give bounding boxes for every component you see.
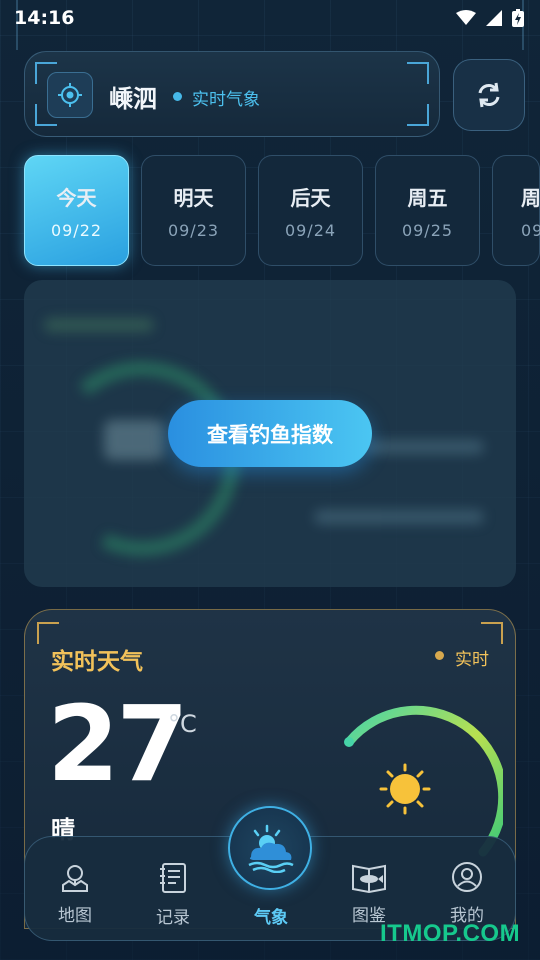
day-tab-name: 周 — [521, 185, 540, 210]
nav-label: 记录 — [156, 908, 190, 928]
day-tab-today[interactable]: 今天 09/22 — [24, 155, 129, 266]
day-tab-tomorrow[interactable]: 明天 09/23 — [141, 155, 246, 266]
nav-label: 地图 — [58, 906, 92, 926]
wifi-icon — [456, 10, 476, 25]
nav-item-records[interactable]: 记录 — [141, 861, 205, 928]
weather-icon — [248, 824, 294, 873]
view-fishing-index-button[interactable]: 查看钓鱼指数 — [168, 400, 372, 467]
status-bar: 14:16 — [0, 0, 540, 36]
corner-bracket — [37, 622, 59, 644]
day-tab-date: 09/23 — [167, 220, 220, 240]
day-tab-day-after[interactable]: 后天 09/24 — [258, 155, 363, 266]
location-city: 嵊泗 — [109, 85, 157, 113]
weather-center-button[interactable] — [228, 806, 312, 890]
location-bar[interactable]: 嵊泗 实时气象 — [24, 51, 440, 137]
battery-icon — [512, 9, 524, 27]
day-tab-name: 周五 — [407, 185, 448, 210]
profile-icon — [452, 862, 482, 892]
location-pin-button[interactable] — [47, 72, 93, 118]
nav-item-map[interactable]: 地图 — [43, 861, 107, 926]
watermark: ITMOP.COM — [380, 920, 521, 947]
realtime-dot — [435, 651, 444, 660]
notebook-icon — [160, 863, 186, 893]
map-icon — [62, 865, 88, 892]
location-target-icon — [58, 83, 82, 107]
realtime-badge: 实时 — [455, 650, 489, 670]
refresh-button[interactable] — [453, 59, 525, 131]
fish-book-icon — [352, 864, 386, 893]
realtime-title: 实时天气 — [51, 649, 143, 675]
nav-item-weather[interactable]: 气象 — [239, 903, 303, 928]
day-tab-friday[interactable]: 周五 09/25 — [375, 155, 480, 266]
status-dot — [173, 92, 182, 101]
status-time: 14:16 — [14, 7, 75, 29]
sun-icon — [379, 763, 431, 815]
day-tab-name: 今天 — [56, 185, 97, 210]
day-tab-date: 09/24 — [284, 220, 337, 240]
day-tab-name: 明天 — [173, 185, 214, 210]
day-tab-date: 09/22 — [50, 220, 103, 240]
day-tabs: 今天 09/22 明天 09/23 后天 09/24 周五 09/25 周 09 — [24, 155, 540, 266]
refresh-icon — [478, 82, 500, 108]
nav-label: 气象 — [254, 908, 288, 928]
corner-bracket — [481, 622, 503, 644]
day-tab-partial[interactable]: 周 09 — [492, 155, 540, 266]
location-subtitle: 实时气象 — [192, 90, 260, 110]
day-tab-date: 09/25 — [401, 220, 454, 240]
temperature-value: 27 — [47, 683, 189, 805]
temperature-unit: °C — [168, 710, 197, 738]
day-tab-date: 09 — [521, 220, 540, 240]
status-icons — [456, 9, 524, 27]
nav-item-guide[interactable]: 图鉴 — [337, 861, 401, 926]
corner-bracket — [407, 62, 429, 84]
corner-bracket — [407, 104, 429, 126]
signal-icon — [486, 10, 502, 26]
nav-item-profile[interactable]: 我的 — [435, 861, 499, 926]
fishing-index-card: 查看钓鱼指数 — [24, 280, 516, 587]
day-tab-name: 后天 — [290, 185, 331, 210]
